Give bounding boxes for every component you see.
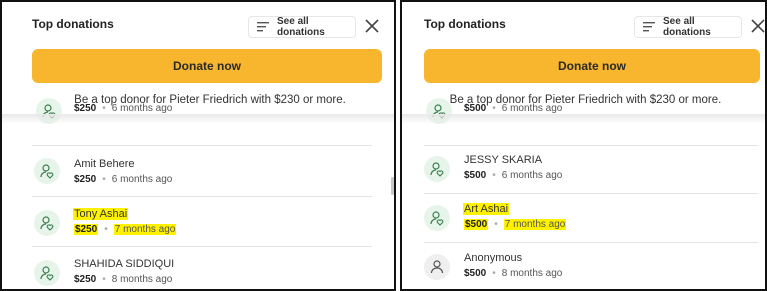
list-top-shadow xyxy=(402,114,765,124)
person-icon xyxy=(430,260,444,274)
donation-time: 7 months ago xyxy=(113,224,177,235)
separator-dot: • xyxy=(104,224,108,235)
list-item: SHAHIDA SIDDIQUI $250 • 8 months ago xyxy=(2,250,394,289)
see-all-label: See all donations xyxy=(277,16,325,38)
see-all-donations-button[interactable]: See all donations xyxy=(634,16,742,38)
donor-name: SHAHIDA SIDDIQUI xyxy=(74,258,175,270)
scrollbar-thumb[interactable] xyxy=(391,177,394,195)
donation-meta: $500 • 6 months ago xyxy=(464,103,562,114)
separator-dot: • xyxy=(492,103,496,114)
person-heart-icon xyxy=(40,164,54,179)
avatar xyxy=(424,254,450,280)
divider xyxy=(32,196,372,197)
donation-amount: $250 xyxy=(74,274,97,285)
person-heart-icon xyxy=(430,162,444,177)
person-heart-icon xyxy=(430,211,444,226)
avatar xyxy=(424,156,450,182)
donor-name: Art Ashai xyxy=(463,203,510,215)
donation-meta: $250 • 6 months ago xyxy=(74,174,172,185)
donation-amount: $500 xyxy=(464,268,487,279)
donation-time: 8 months ago xyxy=(111,274,173,285)
donor-name: Tony Ashai xyxy=(73,208,129,220)
donation-meta: $250 • 7 months ago xyxy=(74,224,177,235)
donation-meta: $250 • 6 months ago xyxy=(74,103,172,114)
donation-time: 6 months ago xyxy=(111,103,173,114)
list-item: Amit Behere $250 • 6 months ago xyxy=(2,150,394,198)
top-donations-panel-left: Top donations See all donations Donate n… xyxy=(0,0,396,291)
top-donations-panel-right: Top donations See all donations Donate n… xyxy=(400,0,767,291)
separator-dot: • xyxy=(102,103,106,114)
list-top-shadow xyxy=(2,114,394,124)
separator-dot: • xyxy=(494,219,498,230)
list-item: Tony Ashai $250 • 7 months ago xyxy=(2,200,394,248)
see-all-donations-button[interactable]: See all donations xyxy=(248,16,356,38)
donate-now-button[interactable]: Donate now xyxy=(32,49,382,83)
donation-time: 6 months ago xyxy=(501,103,563,114)
donation-amount: $250 xyxy=(74,224,99,235)
see-all-label: See all donations xyxy=(663,16,711,38)
close-icon[interactable] xyxy=(364,18,380,34)
donation-time: 7 months ago xyxy=(503,219,567,230)
donation-meta: $500 • 6 months ago xyxy=(464,170,562,181)
separator-dot: • xyxy=(492,170,496,181)
donation-meta: $500 • 7 months ago xyxy=(464,219,567,230)
donor-name: Anonymous xyxy=(464,252,523,264)
person-heart-icon xyxy=(40,216,54,231)
list-item: Anonymous $500 • 8 months ago xyxy=(402,246,765,289)
person-heart-icon xyxy=(40,266,54,281)
avatar xyxy=(34,260,60,286)
list-item: Art Ashai $500 • 7 months ago xyxy=(402,197,765,245)
avatar xyxy=(424,205,450,231)
donation-amount: $500 xyxy=(464,219,489,230)
list-item: JESSY SKARIA $500 • 6 months ago xyxy=(402,148,765,196)
donation-meta: $500 • 8 months ago xyxy=(464,268,562,279)
donation-time: 6 months ago xyxy=(111,174,173,185)
donor-name: JESSY SKARIA xyxy=(464,154,543,166)
sort-lines-icon xyxy=(257,22,269,32)
avatar xyxy=(34,158,60,184)
panel-title: Top donations xyxy=(424,17,506,31)
divider xyxy=(32,246,372,247)
donation-meta: $250 • 8 months ago xyxy=(74,274,172,285)
sort-lines-icon xyxy=(643,22,655,32)
donor-name: Amit Behere xyxy=(74,158,135,170)
panel-title: Top donations xyxy=(32,17,114,31)
donation-amount: $500 xyxy=(464,103,487,114)
divider xyxy=(32,145,372,146)
divider xyxy=(424,193,758,194)
donation-time: 8 months ago xyxy=(501,268,563,279)
donation-time: 6 months ago xyxy=(501,170,563,181)
avatar xyxy=(34,210,60,236)
donation-amount: $250 xyxy=(74,174,97,185)
divider xyxy=(424,242,758,243)
close-icon[interactable] xyxy=(750,18,766,34)
separator-dot: • xyxy=(102,274,106,285)
separator-dot: • xyxy=(102,174,106,185)
donation-amount: $500 xyxy=(464,170,487,181)
donation-amount: $250 xyxy=(74,103,97,114)
divider xyxy=(424,145,758,146)
separator-dot: • xyxy=(492,268,496,279)
donate-now-button[interactable]: Donate now xyxy=(424,49,760,83)
